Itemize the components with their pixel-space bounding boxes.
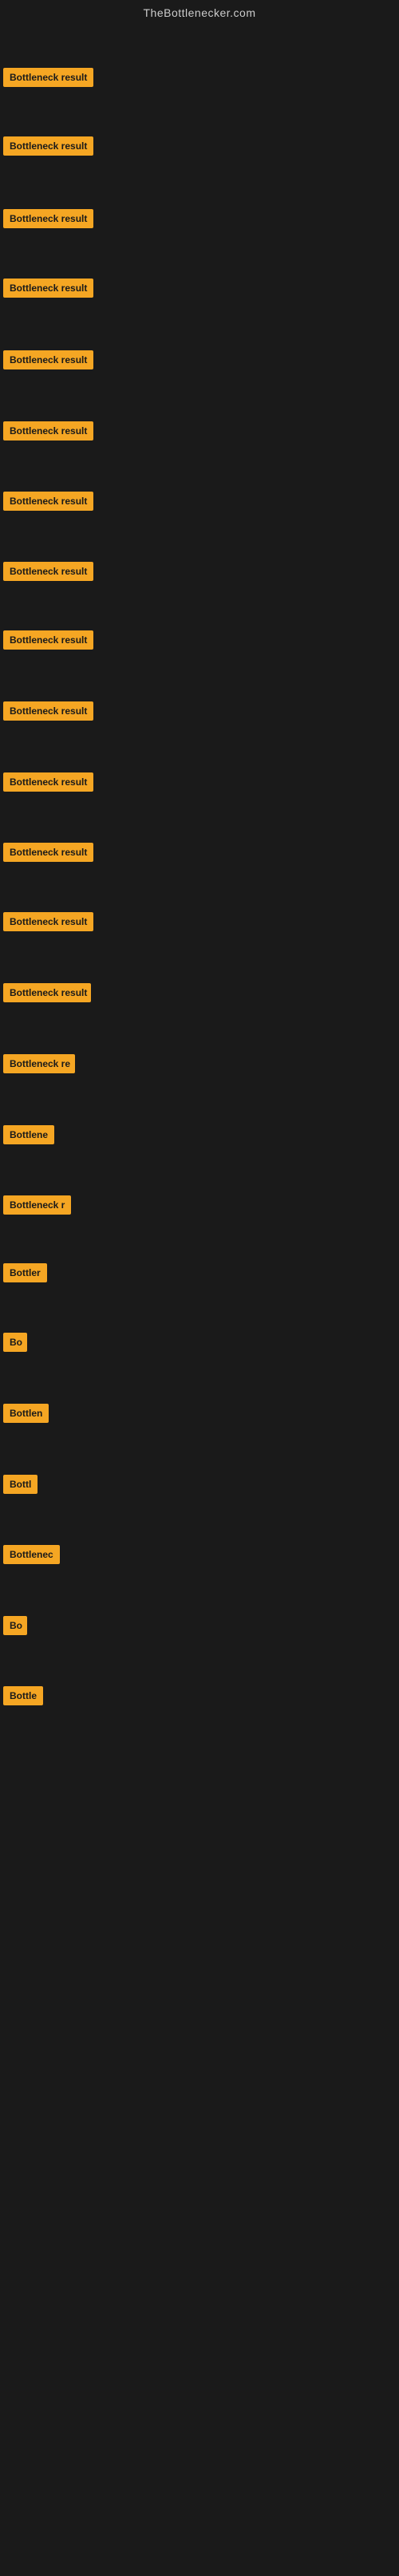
bottleneck-badge[interactable]: Bottleneck result: [3, 136, 93, 156]
bottleneck-badge[interactable]: Bottler: [3, 1263, 47, 1282]
bottleneck-badge[interactable]: Bo: [3, 1333, 27, 1352]
bottleneck-row-6: Bottleneck result: [3, 421, 93, 444]
bottleneck-row-8: Bottleneck result: [3, 562, 93, 585]
bottleneck-row-16: Bottlene: [3, 1125, 54, 1148]
bottleneck-badge[interactable]: Bottlen: [3, 1404, 49, 1423]
bottleneck-row-9: Bottleneck result: [3, 630, 93, 654]
bottleneck-row-13: Bottleneck result: [3, 912, 93, 935]
bottleneck-badge[interactable]: Bottleneck result: [3, 630, 93, 650]
bottleneck-badge[interactable]: Bottlene: [3, 1125, 54, 1144]
bottleneck-badge[interactable]: Bottleneck result: [3, 421, 93, 441]
bottleneck-badge[interactable]: Bottleneck result: [3, 279, 93, 298]
site-title-container: TheBottlenecker.com: [0, 0, 399, 22]
bottleneck-row-1: Bottleneck result: [3, 68, 93, 91]
bottleneck-badge[interactable]: Bottle: [3, 1686, 43, 1705]
bottleneck-row-23: Bo: [3, 1616, 27, 1639]
bottleneck-badge[interactable]: Bottleneck result: [3, 562, 93, 581]
bottleneck-badge[interactable]: Bottl: [3, 1475, 38, 1494]
bottleneck-row-3: Bottleneck result: [3, 209, 93, 232]
bottleneck-badge[interactable]: Bottleneck result: [3, 772, 93, 792]
bottleneck-row-22: Bottlenec: [3, 1545, 60, 1568]
bottleneck-row-17: Bottleneck r: [3, 1195, 71, 1219]
bottleneck-row-14: Bottleneck result: [3, 983, 91, 1006]
bottleneck-row-7: Bottleneck result: [3, 492, 93, 515]
bottleneck-badge[interactable]: Bottleneck result: [3, 209, 93, 228]
bottleneck-badge[interactable]: Bottleneck result: [3, 983, 91, 1002]
bottleneck-row-5: Bottleneck result: [3, 350, 93, 373]
bottleneck-row-12: Bottleneck result: [3, 843, 93, 866]
bottleneck-row-2: Bottleneck result: [3, 136, 93, 160]
bottleneck-row-4: Bottleneck result: [3, 279, 93, 302]
bottleneck-badge[interactable]: Bottleneck result: [3, 68, 93, 87]
bottleneck-row-18: Bottler: [3, 1263, 47, 1286]
bottleneck-badge[interactable]: Bottleneck result: [3, 492, 93, 511]
bottleneck-row-19: Bo: [3, 1333, 27, 1356]
bottleneck-row-20: Bottlen: [3, 1404, 49, 1427]
site-title: TheBottlenecker.com: [0, 0, 399, 22]
bottleneck-badge[interactable]: Bottlenec: [3, 1545, 60, 1564]
bottleneck-row-11: Bottleneck result: [3, 772, 93, 796]
bottleneck-badge[interactable]: Bottleneck result: [3, 701, 93, 721]
bottleneck-badge[interactable]: Bottleneck r: [3, 1195, 71, 1215]
items-container: Bottleneck result Bottleneck result Bottle…: [0, 22, 399, 2576]
bottleneck-badge[interactable]: Bottleneck result: [3, 350, 93, 369]
bottleneck-row-24: Bottle: [3, 1686, 43, 1709]
bottleneck-badge[interactable]: Bottleneck result: [3, 912, 93, 931]
bottleneck-badge[interactable]: Bo: [3, 1616, 27, 1635]
bottleneck-row-10: Bottleneck result: [3, 701, 93, 725]
bottleneck-badge[interactable]: Bottleneck re: [3, 1054, 75, 1073]
bottleneck-row-21: Bottl: [3, 1475, 38, 1498]
bottleneck-badge[interactable]: Bottleneck result: [3, 843, 93, 862]
bottleneck-row-15: Bottleneck re: [3, 1054, 75, 1077]
